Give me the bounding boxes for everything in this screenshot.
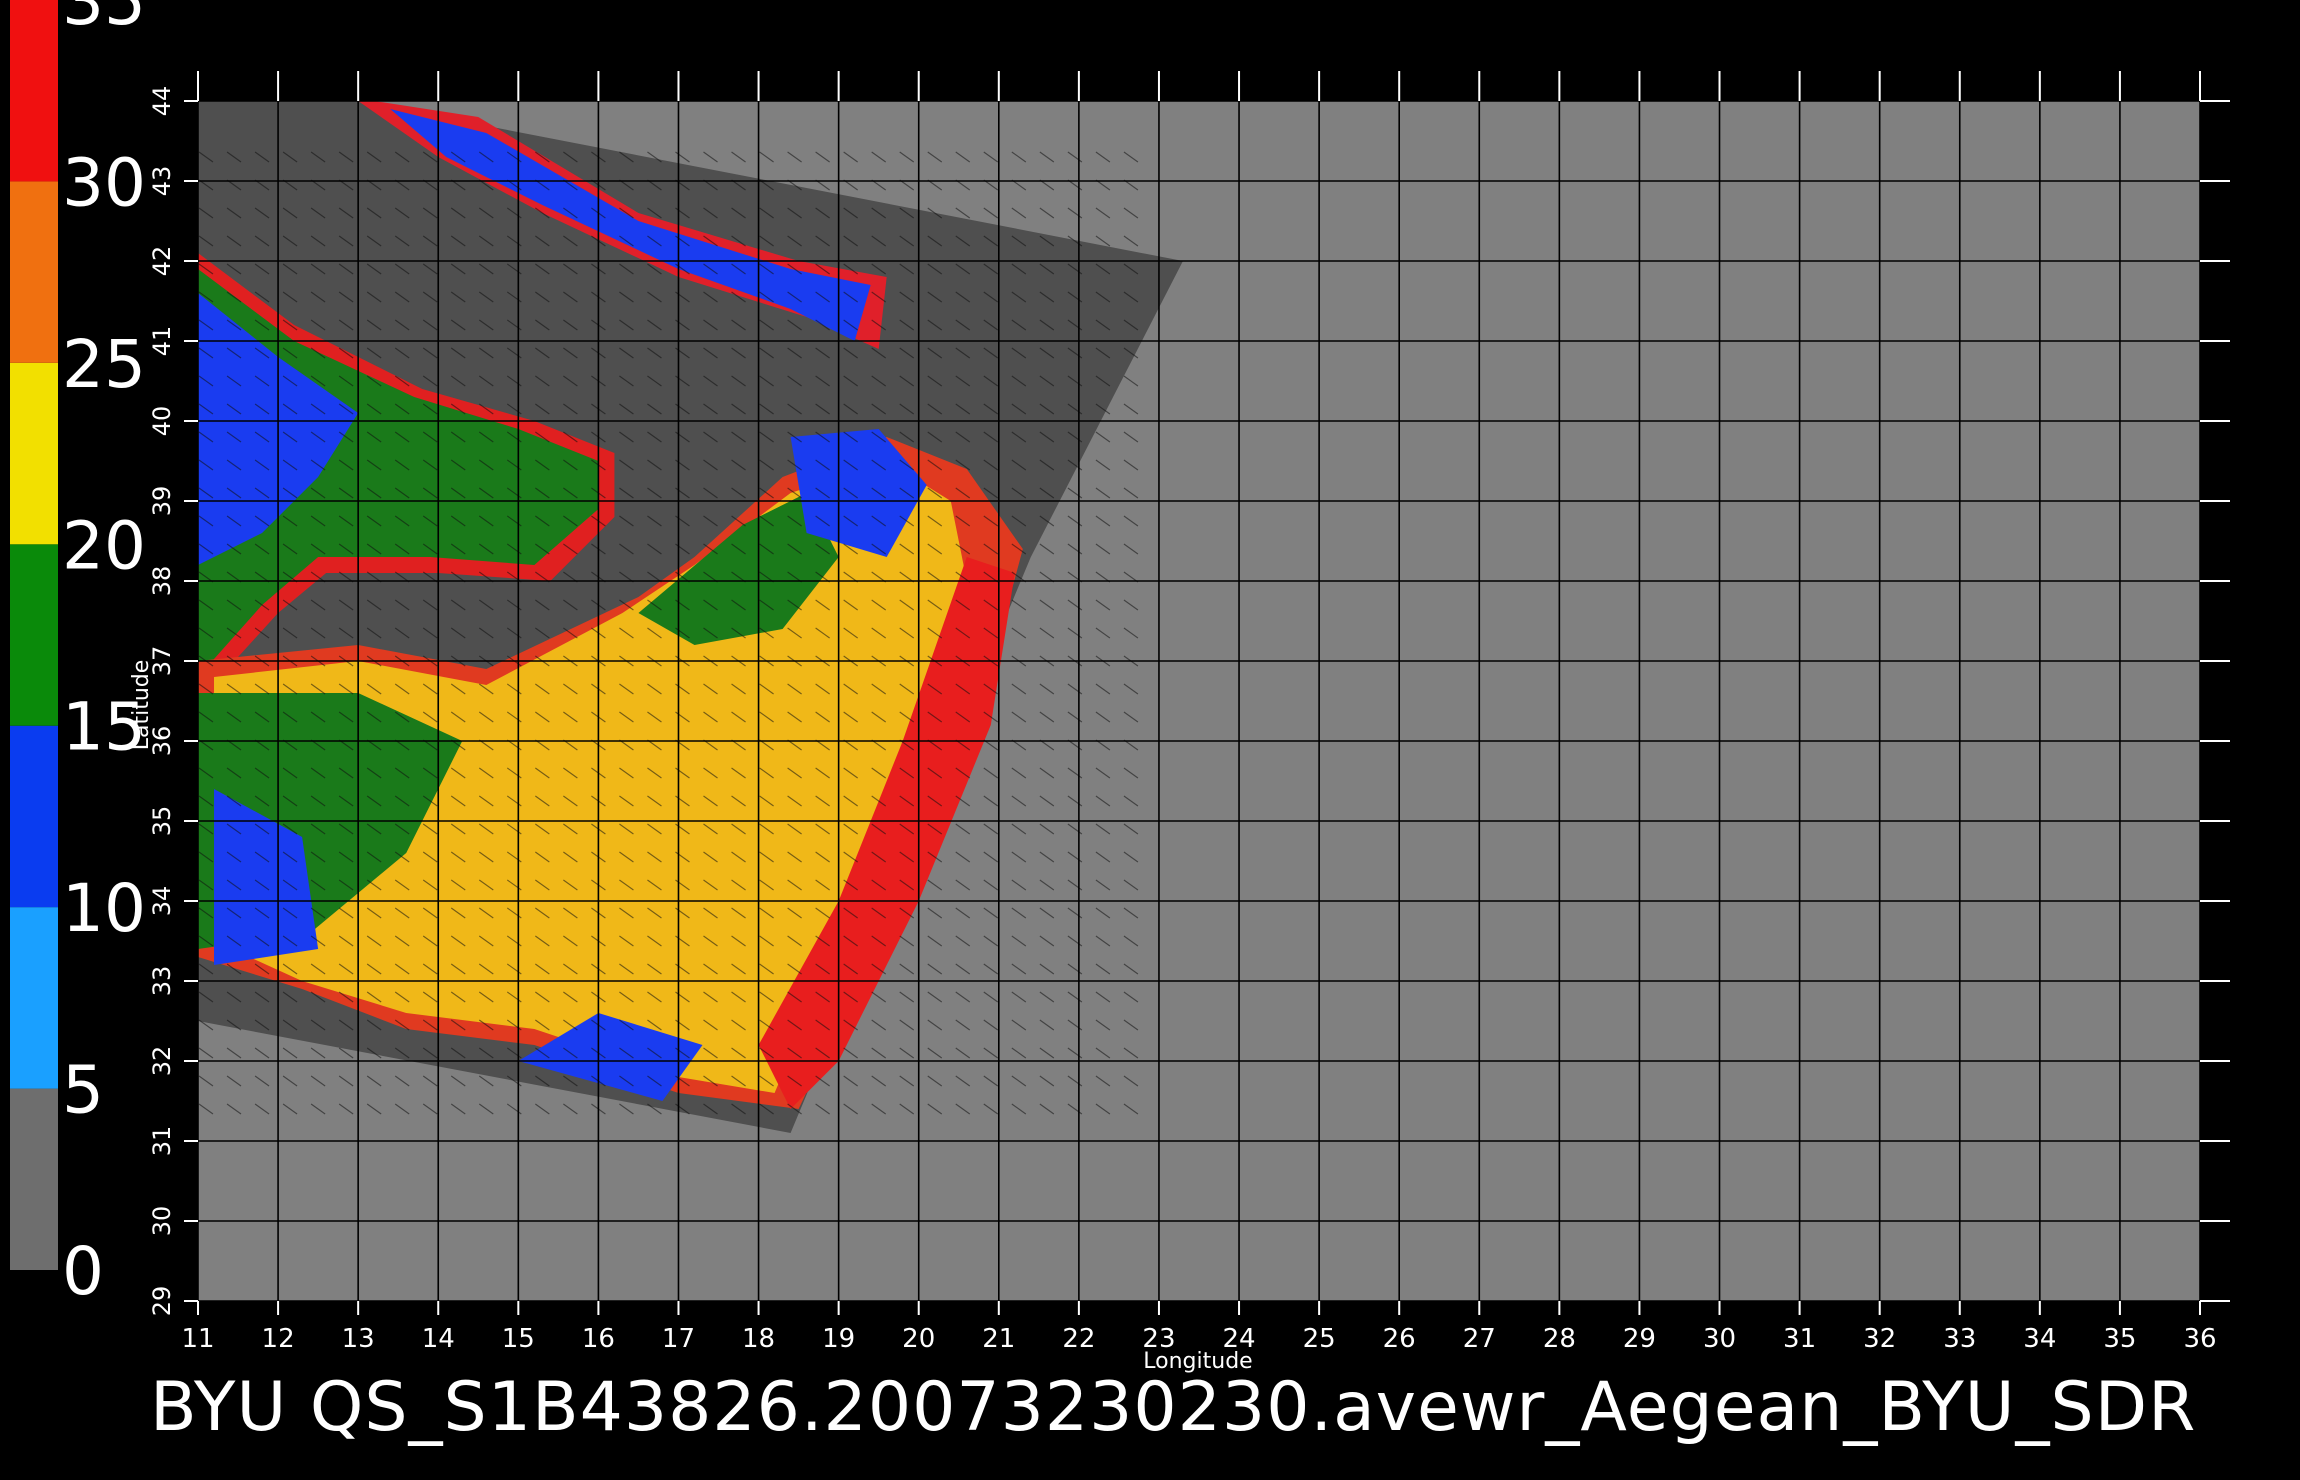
x-tick-label: 28 [1543,1324,1576,1354]
y-tick-label: 38 [148,566,176,597]
colorbar-segment-1 [10,907,58,1089]
y-tick-label: 34 [148,886,176,917]
x-tick-label: 18 [742,1324,775,1354]
x-tick-label: 33 [1943,1324,1976,1354]
colorbar-segment-5 [10,181,58,363]
y-tick-label: 40 [148,406,176,437]
x-tick-label: 20 [902,1324,935,1354]
colorbar [10,0,58,1270]
colorbar-label: 0 [62,1233,104,1310]
colorbar-segment-3 [10,544,58,726]
wind-map-figure: 35302520151050 11 12 13 14 15 16 17 18 19 20 21 22 2… [10,0,2230,1374]
y-tick-label: 42 [148,246,176,277]
x-tick-label: 13 [342,1324,375,1354]
colorbar-segment-0 [10,1088,58,1270]
y-tick-label: 29 [148,1286,176,1317]
y-tick-label: 31 [148,1126,176,1157]
x-tick-label: 17 [662,1324,695,1354]
x-tick-label: 30 [1703,1324,1736,1354]
y-axis-label: Latitude [129,660,154,751]
y-tick-label: 41 [148,326,176,357]
colorbar-label: 30 [62,144,146,221]
x-tick-label: 22 [1062,1324,1095,1354]
colorbar-label: 5 [62,1052,104,1129]
x-tick-label: 21 [982,1324,1015,1354]
x-tick-label: 19 [822,1324,855,1354]
colorbar-segment-6 [10,0,58,182]
colorbar-labels: 35302520151050 [62,0,146,1310]
colorbar-label: 35 [62,0,146,40]
x-tick-label: 29 [1623,1324,1656,1354]
figure-caption: BYU QS_S1B43826.20073230230.avewr_Aegean… [150,1368,2197,1447]
colorbar-label: 20 [62,507,146,584]
colorbar-segment-4 [10,362,58,545]
colorbar-segment-2 [10,725,58,908]
x-tick-label: 14 [422,1324,455,1354]
y-tick-label: 43 [148,166,176,197]
x-tick-label: 12 [262,1324,295,1354]
colorbar-label: 10 [62,870,146,947]
x-tick-label: 27 [1463,1324,1496,1354]
y-tick-label: 44 [148,86,176,117]
colorbar-label: 25 [62,326,146,403]
x-tick-label: 35 [2103,1324,2136,1354]
x-tick-label: 26 [1383,1324,1416,1354]
x-tick-label: 11 [181,1324,214,1354]
x-tick-label: 31 [1783,1324,1816,1354]
x-tick-label: 36 [2183,1324,2216,1354]
x-tick-label: 15 [502,1324,535,1354]
y-tick-label: 35 [148,806,176,837]
x-tick-label: 16 [582,1324,615,1354]
x-tick-label: 34 [2023,1324,2056,1354]
y-tick-label: 39 [148,486,176,517]
x-tick-label: 25 [1303,1324,1336,1354]
y-tick-label: 32 [148,1046,176,1077]
y-tick-label: 33 [148,966,176,997]
x-tick-label: 32 [1863,1324,1896,1354]
y-tick-label: 30 [148,1206,176,1237]
